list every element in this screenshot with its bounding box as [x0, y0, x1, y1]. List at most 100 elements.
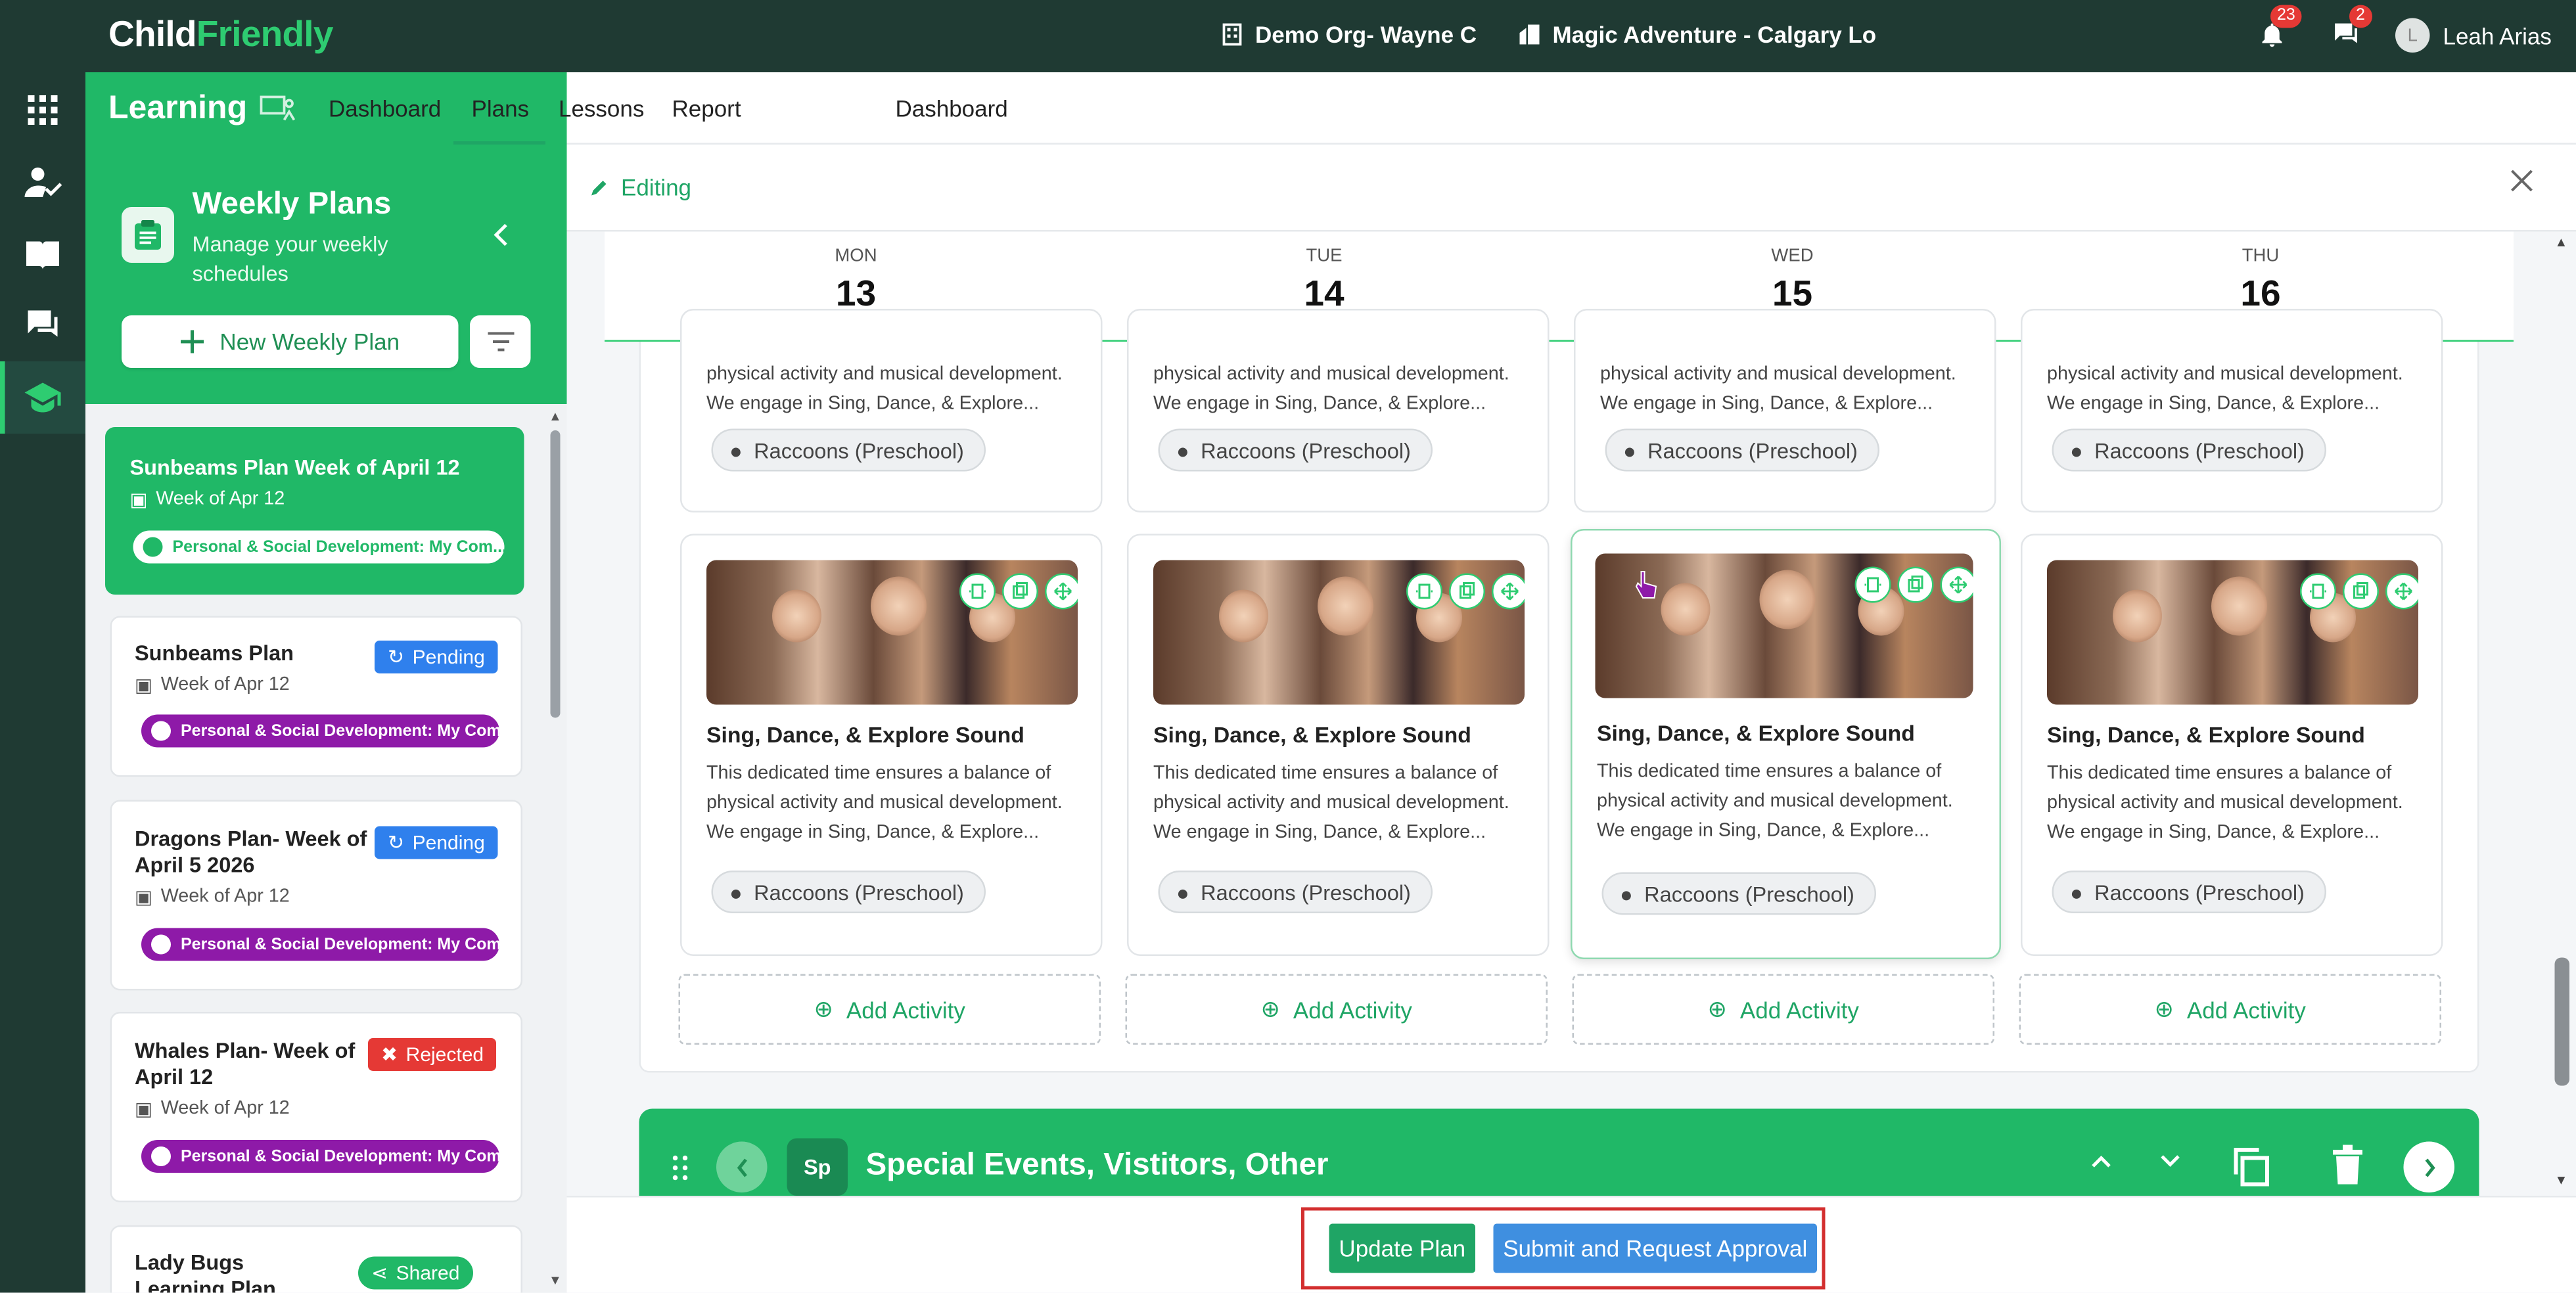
- plan-list: Sunbeams Plan Week of April 12 ▣ Week of …: [85, 404, 567, 1293]
- plan-card[interactable]: Sunbeams Plan ↻ Pending ▣ Week of Apr 12 P…: [110, 616, 522, 777]
- notifications-button[interactable]: 23: [2257, 5, 2302, 56]
- move-down-button[interactable]: [2161, 1155, 2180, 1168]
- plus-circle-icon: ⊕: [1707, 995, 1727, 1022]
- top-bar: ChildFriendly Demo Org- Wayne C Magic Ad…: [0, 0, 2576, 72]
- move-day-icon[interactable]: [959, 573, 996, 610]
- activity-title: Sing, Dance, & Explore Sound: [1597, 721, 1915, 746]
- move-day-icon[interactable]: [2300, 573, 2336, 610]
- main-scroll-down-icon[interactable]: ▼: [2555, 1173, 2568, 1188]
- activity-card[interactable]: Sing, Dance, & Explore Sound This dedica…: [1127, 533, 1550, 956]
- drag-move-icon[interactable]: [1492, 573, 1525, 610]
- action-highlight-box: Update Plan Submit and Request Approval: [1301, 1207, 1826, 1290]
- drag-move-icon[interactable]: [2385, 573, 2418, 610]
- add-activity-button-thu[interactable]: ⊕ Add Activity: [2019, 974, 2441, 1045]
- book-icon[interactable]: [23, 235, 62, 275]
- activity-card-partial[interactable]: physical activity and musical developmen…: [680, 309, 1103, 512]
- location-text: Raccoons (Preschool): [2094, 438, 2305, 463]
- move-day-icon[interactable]: [1406, 573, 1442, 610]
- section-title: Special Events, Vistitors, Other: [865, 1148, 1329, 1183]
- move-up-button[interactable]: [2092, 1155, 2111, 1168]
- plan-card-selected[interactable]: Sunbeams Plan Week of April 12 ▣ Week of …: [105, 427, 524, 595]
- location-pin-icon: ●: [2070, 438, 2083, 463]
- submit-approval-button[interactable]: Submit and Request Approval: [1493, 1223, 1817, 1273]
- tab-report[interactable]: Report: [672, 95, 741, 122]
- weekly-plans-subtitle: Manage your weekly schedules: [192, 231, 388, 286]
- apps-grid-icon[interactable]: [23, 91, 62, 130]
- day-header-mon: MON 13: [758, 232, 955, 316]
- activity-description: physical activity and musical developmen…: [1600, 365, 1956, 414]
- pending-icon: ↻: [388, 645, 405, 669]
- duplicate-icon[interactable]: [1002, 573, 1038, 610]
- plan-card[interactable]: Whales Plan- Week of April 12 ✖ Rejected …: [110, 1012, 522, 1202]
- duplicate-icon[interactable]: [1897, 566, 1934, 603]
- activity-description: This dedicated time ensures a balance of…: [2047, 763, 2403, 843]
- section-badge: Sp: [787, 1138, 848, 1196]
- new-weekly-plan-label: New Weekly Plan: [219, 329, 400, 355]
- calendar-icon: ▣: [135, 1100, 153, 1120]
- drag-move-icon[interactable]: [1045, 573, 1078, 610]
- graduation-cap-icon[interactable]: [23, 378, 62, 417]
- update-plan-button[interactable]: Update Plan: [1329, 1223, 1475, 1273]
- plan-tag: Personal & Social Development: My Com...: [141, 1140, 499, 1173]
- brand-logo[interactable]: ChildFriendly: [108, 13, 333, 56]
- new-weekly-plan-button[interactable]: New Weekly Plan: [122, 315, 459, 368]
- activity-card-partial[interactable]: physical activity and musical developmen…: [2021, 309, 2443, 512]
- next-button[interactable]: [2403, 1141, 2454, 1192]
- activity-card-partial[interactable]: physical activity and musical developmen…: [1127, 309, 1550, 512]
- activity-card-partial[interactable]: physical activity and musical developmen…: [1574, 309, 1996, 512]
- location-pin-icon: ●: [1623, 438, 1636, 463]
- user-check-icon[interactable]: [23, 163, 62, 202]
- duplicate-icon[interactable]: [2343, 573, 2379, 610]
- filter-button[interactable]: [470, 315, 531, 368]
- brand-prefix: Child: [108, 13, 196, 55]
- plan-card[interactable]: Dragons Plan- Week of April 5 2026 ↻ Pend…: [110, 800, 522, 991]
- add-activity-button-wed[interactable]: ⊕ Add Activity: [1572, 974, 1994, 1045]
- scroll-down-arrow-icon[interactable]: ▼: [549, 1273, 562, 1288]
- activity-tools: [1406, 573, 1525, 610]
- org-selector[interactable]: Demo Org- Wayne C: [1221, 22, 1477, 48]
- activity-card[interactable]: Sing, Dance, & Explore Sound This dedica…: [680, 533, 1103, 956]
- plan-card[interactable]: Lady Bugs Learning Plan ⋖ Shared: [110, 1225, 522, 1293]
- delete-section-button[interactable]: [2332, 1145, 2364, 1185]
- location-selector[interactable]: Magic Adventure - Calgary Lo: [1518, 22, 1876, 48]
- main-scrollbar-thumb[interactable]: [2554, 957, 2569, 1086]
- plan-week-text: Week of Apr 12: [156, 489, 285, 509]
- main-scroll-up-icon[interactable]: ▲: [2555, 235, 2568, 250]
- location-text: Raccoons (Preschool): [754, 879, 964, 905]
- tab-dashboard[interactable]: Dashboard: [896, 95, 1008, 122]
- duplicate-icon[interactable]: [1449, 573, 1485, 610]
- add-activity-button-mon[interactable]: ⊕ Add Activity: [678, 974, 1101, 1045]
- close-editor-button[interactable]: [2509, 168, 2535, 194]
- chat-icon[interactable]: [23, 306, 62, 345]
- activity-description: physical activity and musical developmen…: [706, 365, 1063, 414]
- drag-handle-icon[interactable]: [672, 1155, 689, 1181]
- activity-card[interactable]: Sing, Dance, & Explore Sound This dedica…: [2021, 533, 2443, 956]
- move-day-icon[interactable]: [1854, 566, 1891, 603]
- drag-move-icon[interactable]: [1940, 566, 1973, 603]
- tab-lessons[interactable]: Lessons: [559, 95, 644, 122]
- location-chip: ● Raccoons (Preschool): [1601, 872, 1876, 915]
- status-badge-pending: ↻ Pending: [375, 641, 498, 673]
- plan-week: ▣ Week of Apr 12: [135, 886, 290, 909]
- plan-week: ▣ Week of Apr 12: [135, 1097, 290, 1121]
- edit-bar: Editing: [566, 145, 2576, 232]
- add-activity-button-tue[interactable]: ⊕ Add Activity: [1125, 974, 1548, 1045]
- activity-card-hovered[interactable]: Sing, Dance, & Explore Sound This dedica…: [1571, 529, 2001, 959]
- plan-list-scrollbar[interactable]: [550, 430, 561, 718]
- location-chip: ● Raccoons (Preschool): [711, 428, 986, 472]
- messages-button[interactable]: 2: [2332, 5, 2372, 56]
- tab-dashboard-label[interactable]: Dashboard: [329, 95, 441, 122]
- close-icon: [2511, 170, 2533, 192]
- location-pin-icon: ●: [1176, 438, 1189, 463]
- collapse-panel-button[interactable]: [493, 223, 509, 246]
- tab-plans[interactable]: Plans: [472, 95, 530, 122]
- learning-screen-icon: [260, 95, 296, 121]
- pencil-icon: [591, 181, 607, 196]
- previous-button[interactable]: [716, 1141, 768, 1192]
- copy-section-button[interactable]: [2230, 1145, 2272, 1188]
- user-menu[interactable]: L Leah Arias: [2395, 18, 2552, 53]
- activity-photo: [706, 560, 1078, 705]
- chevron-left-icon: [494, 223, 507, 246]
- scroll-up-arrow-icon[interactable]: ▲: [549, 409, 562, 424]
- tag-leaf-icon: [143, 537, 163, 557]
